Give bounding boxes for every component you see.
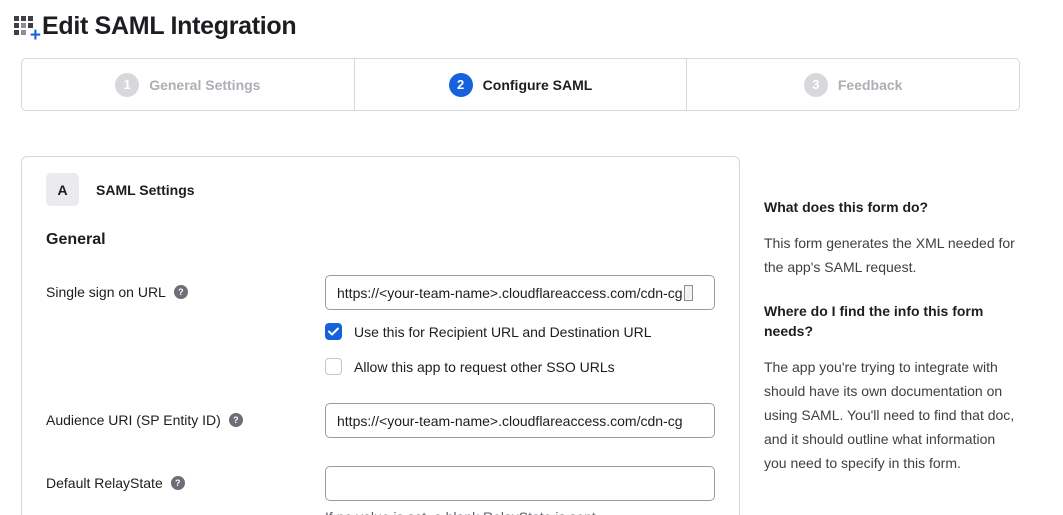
section-title: SAML Settings: [96, 182, 195, 198]
step-label: General Settings: [149, 77, 260, 93]
recipient-url-checkbox-row: Use this for Recipient URL and Destinati…: [325, 323, 715, 340]
section-letter-badge: A: [46, 173, 79, 206]
other-sso-urls-checkbox-row: Allow this app to request other SSO URLs: [325, 358, 715, 375]
sidebar-heading-where: Where do I find the info this form needs…: [764, 301, 1016, 341]
single-sign-on-url-label: Single sign on URL: [46, 284, 166, 300]
app-grid-add-icon: +: [14, 13, 40, 39]
edit-saml-integration-page: + Edit SAML Integration 1 General Settin…: [0, 0, 1063, 515]
sidebar-body-what: This form generates the XML needed for t…: [764, 231, 1016, 279]
single-sign-on-url-input[interactable]: https://<your-team-name>.cloudflareacces…: [325, 275, 715, 310]
page-title: Edit SAML Integration: [42, 12, 296, 41]
step-label: Configure SAML: [483, 77, 593, 93]
text-cursor: [684, 285, 693, 301]
help-sidebar: What does this form do? This form genera…: [764, 156, 1016, 497]
wizard-step-feedback[interactable]: 3 Feedback: [686, 59, 1019, 110]
form-row-audience-uri: Audience URI (SP Entity ID) ?: [46, 403, 715, 438]
group-heading-general: General: [46, 231, 715, 249]
relaystate-helper-text: If no value is set, a blank RelayState i…: [325, 509, 715, 515]
default-relaystate-input[interactable]: [325, 466, 715, 501]
wizard-step-configure-saml[interactable]: 2 Configure SAML: [354, 59, 687, 110]
panel-header: A SAML Settings: [46, 173, 715, 206]
default-relaystate-label: Default RelayState: [46, 475, 163, 491]
step-number-badge: 3: [804, 73, 828, 97]
wizard-step-general-settings[interactable]: 1 General Settings: [22, 59, 354, 110]
audience-uri-input[interactable]: [325, 403, 715, 438]
single-sign-on-url-value: https://<your-team-name>.cloudflareacces…: [337, 285, 683, 301]
help-icon[interactable]: ?: [171, 476, 185, 490]
page-header: + Edit SAML Integration: [0, 0, 1063, 44]
step-label: Feedback: [838, 77, 903, 93]
step-number-badge: 1: [115, 73, 139, 97]
form-row-single-sign-on-url: Single sign on URL ? https://<your-team-…: [46, 275, 715, 375]
plus-glyph: +: [30, 26, 41, 45]
recipient-url-checkbox-label: Use this for Recipient URL and Destinati…: [354, 324, 652, 340]
sidebar-heading-what: What does this form do?: [764, 197, 1016, 217]
form-row-default-relaystate: Default RelayState ? If no value is set,…: [46, 466, 715, 515]
help-icon[interactable]: ?: [229, 413, 243, 427]
other-sso-urls-checkbox-label: Allow this app to request other SSO URLs: [354, 359, 615, 375]
saml-settings-panel: A SAML Settings General Single sign on U…: [21, 156, 740, 515]
help-icon[interactable]: ?: [174, 285, 188, 299]
recipient-url-checkbox[interactable]: [325, 323, 342, 340]
sidebar-body-where: The app you're trying to integrate with …: [764, 355, 1016, 475]
audience-uri-label: Audience URI (SP Entity ID): [46, 412, 221, 428]
step-number-badge: 2: [449, 73, 473, 97]
wizard-steps: 1 General Settings 2 Configure SAML 3 Fe…: [21, 58, 1020, 111]
other-sso-urls-checkbox[interactable]: [325, 358, 342, 375]
